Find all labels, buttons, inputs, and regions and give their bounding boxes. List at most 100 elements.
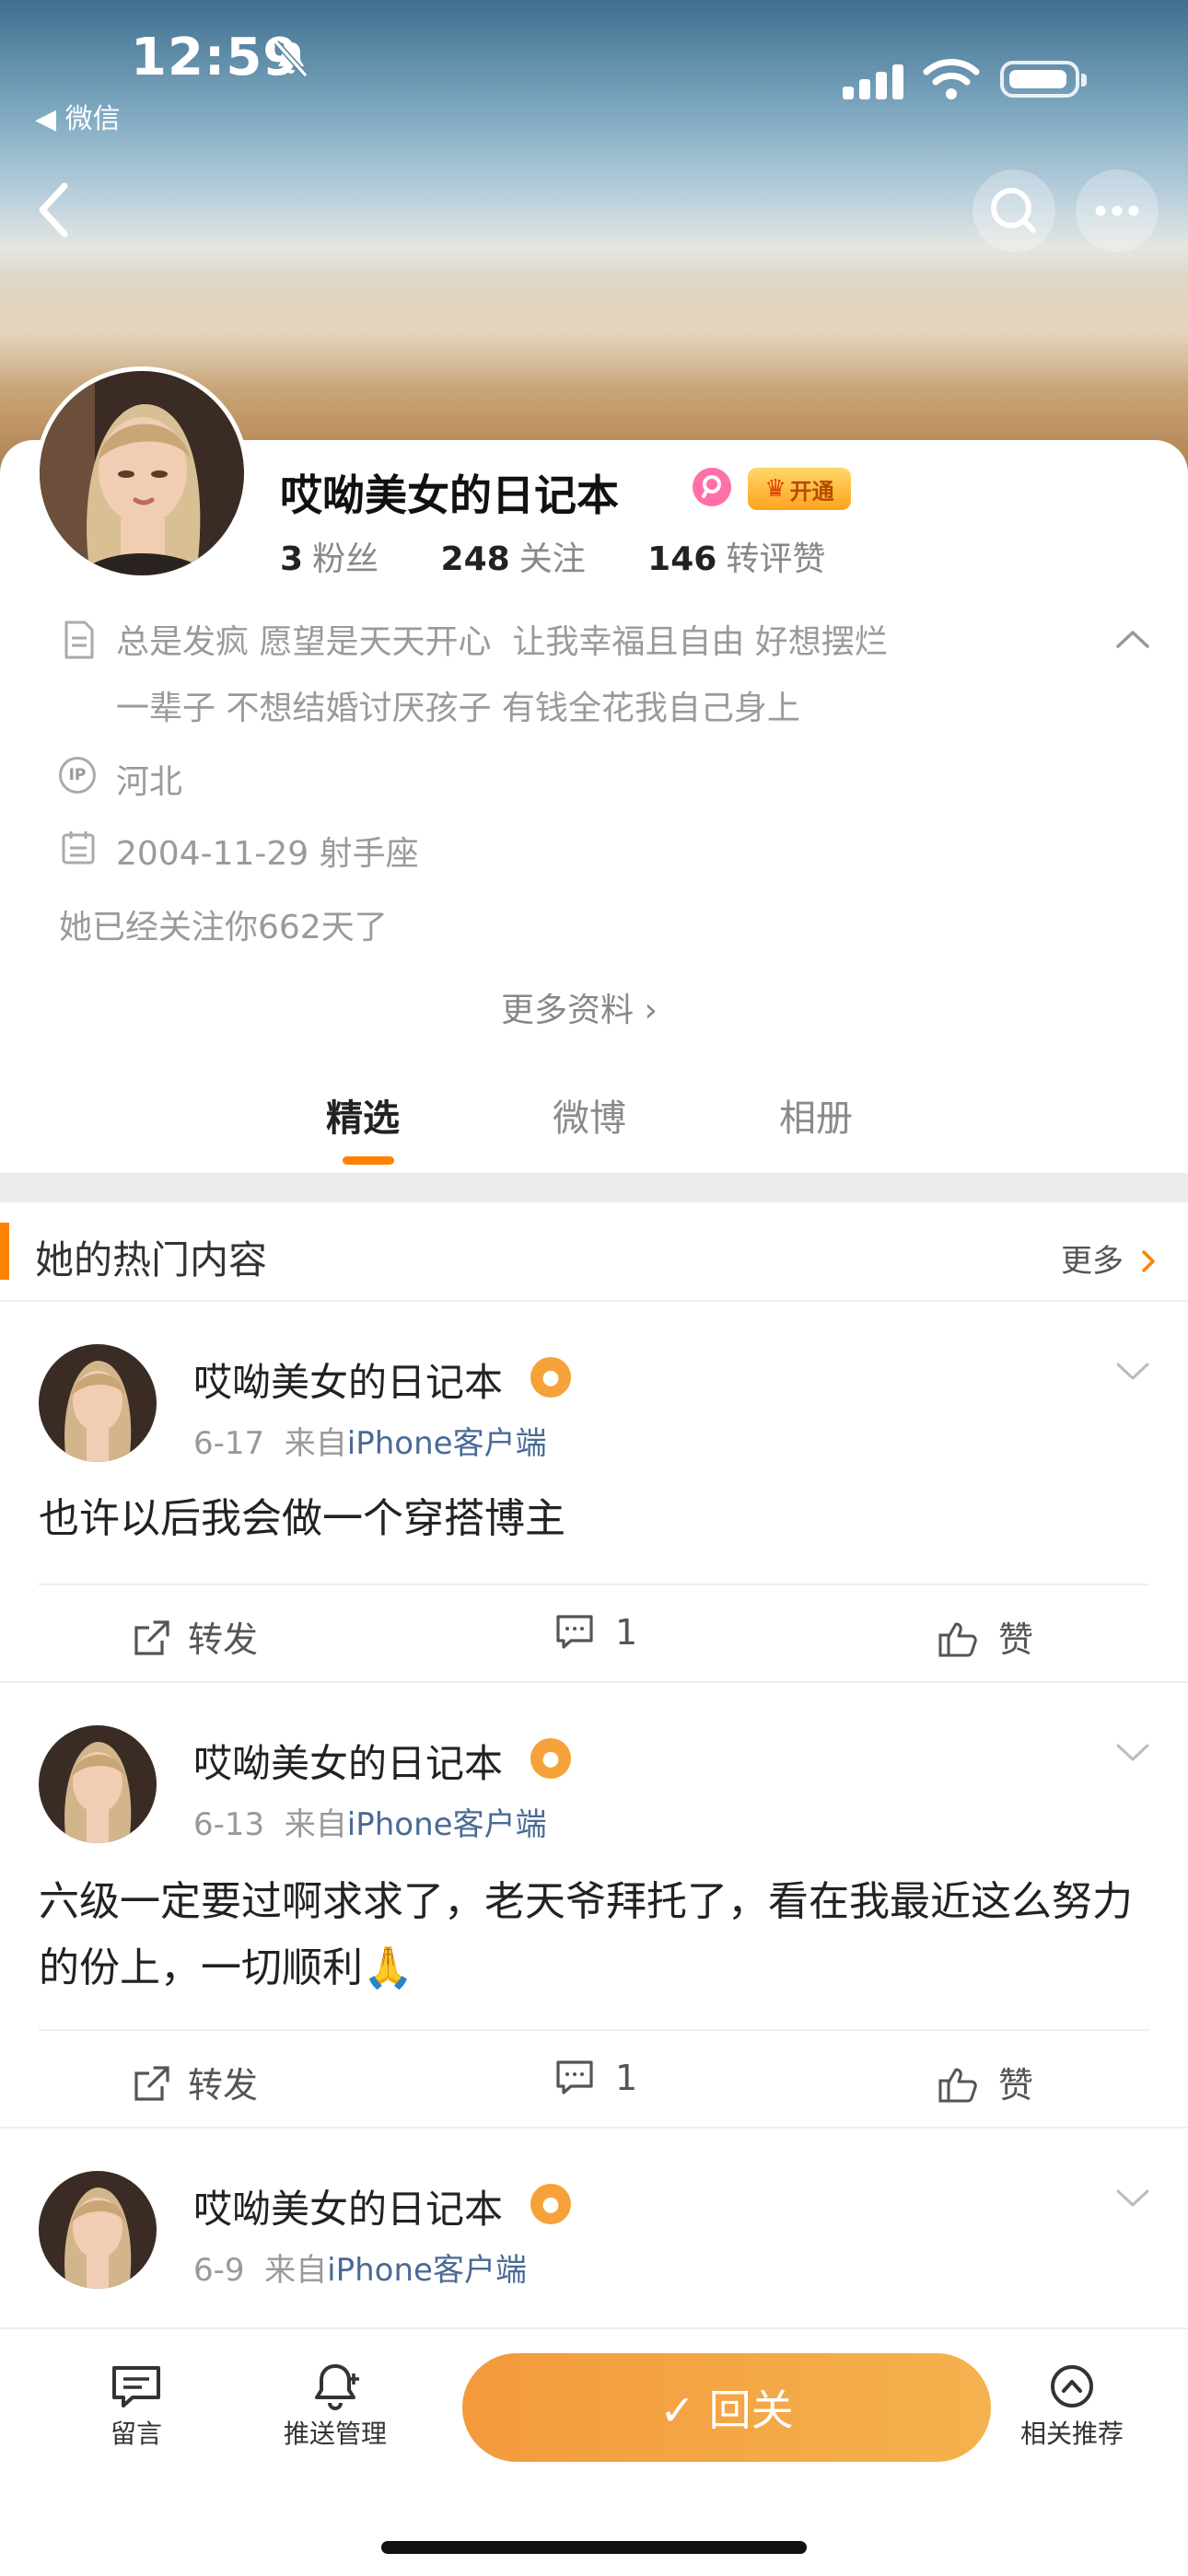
fans-number: 3 [280, 540, 304, 578]
message-button[interactable]: 留言 [63, 2362, 210, 2451]
post-avatar[interactable] [39, 1344, 157, 1462]
birthday-text: 2004-11-29 射手座 [116, 835, 419, 873]
home-indicator [381, 2541, 807, 2554]
post-source[interactable]: iPhone客户端 [347, 1425, 547, 1462]
follow-duration-text: 她已经关注你662天了 [59, 909, 388, 946]
post-meta: 6-17 来自iPhone客户端 [193, 1418, 547, 1463]
tab-weibo[interactable]: 微博 [553, 1088, 626, 1142]
search-icon [991, 188, 1036, 233]
share-icon [134, 2066, 169, 2101]
post-author[interactable]: 哎呦美女的日记本 [193, 2178, 503, 2234]
avatar[interactable] [35, 366, 249, 580]
likes-number: 146 [647, 540, 717, 578]
repost-button[interactable]: 转发 [131, 2057, 258, 2107]
member-badge-icon[interactable] [693, 468, 731, 506]
following-count[interactable]: 248 关注 [441, 540, 637, 578]
thumbs-up-icon [938, 2068, 977, 2103]
follow-back-button[interactable]: ✓ 回关 [462, 2353, 991, 2462]
more-options-button[interactable] [1076, 169, 1159, 252]
following-number: 248 [440, 540, 510, 578]
post-source[interactable]: iPhone客户端 [327, 2252, 527, 2289]
divider [0, 1300, 1188, 1302]
comment-icon [556, 1615, 593, 1649]
chevron-down-icon[interactable] [1114, 1742, 1151, 1764]
comment-count: 1 [615, 2058, 638, 2098]
chevron-down-icon[interactable] [1114, 2187, 1151, 2210]
hot-accent-bar [0, 1223, 9, 1280]
location-text: 河北 [116, 763, 183, 801]
like-button[interactable]: 赞 [938, 1611, 1033, 1662]
likes-count[interactable]: 146 转评赞 [647, 540, 877, 578]
vip-open-badge[interactable]: ♛ 开通 [748, 468, 851, 510]
chevron-down-icon[interactable] [1114, 1361, 1151, 1383]
back-to-wechat-link[interactable]: ◀ 微信 [35, 96, 121, 136]
post-avatar[interactable] [39, 1725, 157, 1843]
like-button[interactable]: 赞 [938, 2057, 1033, 2107]
divider [0, 2127, 1188, 2129]
fish-badge-icon: ● [530, 1738, 571, 1779]
collapse-chevron-icon[interactable] [1114, 628, 1151, 650]
post-from: 来自 [264, 2252, 328, 2289]
post-avatar[interactable] [39, 2171, 157, 2289]
post-date: 6-9 [193, 2252, 245, 2289]
repost-button[interactable]: 转发 [131, 1611, 258, 1662]
bio-line-1: 总是发疯 愿望是天天开心 让我幸福且自由 好想摆烂 [116, 623, 888, 661]
comment-icon [556, 2060, 593, 2094]
wifi-icon [923, 59, 980, 99]
post-author[interactable]: 哎呦美女的日记本 [193, 1352, 503, 1408]
back-arrow-icon[interactable] [26, 173, 81, 247]
divider [39, 1584, 1149, 1585]
related-recommend-button[interactable]: 相关推荐 [998, 2362, 1146, 2451]
like-label: 赞 [998, 2065, 1034, 2106]
post-meta: 6-13 来自iPhone客户端 [193, 1799, 547, 1844]
share-icon [134, 1620, 169, 1655]
following-label: 关注 [518, 540, 586, 578]
post-text[interactable]: 也许以后我会做一个穿搭博主 [39, 1486, 1162, 1552]
tab-indicator [343, 1156, 394, 1165]
comment-button[interactable]: 1 [554, 1611, 637, 1653]
push-settings-button[interactable]: 推送管理 [262, 2362, 409, 2451]
crown-icon: ♛ [764, 475, 786, 503]
divider [39, 2029, 1149, 2031]
fans-count[interactable]: 3 粉丝 [280, 540, 430, 578]
battery-icon [1000, 61, 1087, 98]
comment-button[interactable]: 1 [554, 2057, 637, 2098]
ip-location-icon: IP [59, 757, 96, 794]
search-button[interactable] [973, 169, 1055, 252]
ellipsis-icon [1095, 205, 1139, 216]
push-label: 推送管理 [283, 2419, 387, 2449]
comment-count: 1 [615, 1612, 638, 1653]
vip-label: 开通 [789, 478, 834, 505]
fans-label: 粉丝 [312, 540, 379, 578]
tab-featured[interactable]: 精选 [326, 1088, 400, 1142]
bio-line-2: 一辈子 不想结婚讨厌孩子 有钱全花我自己身上 [116, 690, 800, 727]
repost-label: 转发 [188, 2065, 259, 2106]
chevron-right-icon [1142, 1250, 1155, 1272]
post-meta: 6-9 来自iPhone客户端 [193, 2245, 527, 2290]
thumbs-up-icon [938, 1622, 977, 1657]
calendar-icon [62, 831, 95, 864]
fish-badge-icon: ● [530, 2184, 571, 2224]
post-text[interactable]: 六级一定要过啊求求了，老天爷拜托了，看在我最近这么努力的份上，一切顺利🙏 [39, 1869, 1162, 2002]
post-author[interactable]: 哎呦美女的日记本 [193, 1733, 503, 1789]
post-source[interactable]: iPhone客户端 [347, 1806, 547, 1843]
profile-name: 哎呦美女的日记本 [280, 470, 619, 520]
hot-section-title: 她的热门内容 [35, 1237, 268, 1282]
like-label: 赞 [998, 1619, 1034, 1660]
post-date: 6-13 [193, 1806, 265, 1843]
follow-back-label: ✓ 回关 [659, 2385, 794, 2435]
bell-plus-icon [315, 2364, 359, 2410]
more-info-link[interactable]: 更多资料 › [501, 983, 658, 1031]
up-circle-icon [1051, 2365, 1093, 2408]
cover-haze [0, 276, 1188, 387]
profile-stats: 3 粉丝 248 关注 146 转评赞 [280, 532, 877, 580]
tab-album[interactable]: 相册 [779, 1088, 853, 1142]
message-bubble-icon [112, 2366, 160, 2408]
post-from: 来自 [284, 1806, 347, 1843]
section-separator [0, 1173, 1188, 1202]
hot-more-link[interactable]: 更多 [1061, 1236, 1158, 1281]
related-label: 相关推荐 [1019, 2419, 1124, 2449]
likes-label: 转评赞 [726, 540, 826, 578]
mute-bell-icon [274, 40, 309, 78]
post-from: 来自 [284, 1425, 347, 1462]
